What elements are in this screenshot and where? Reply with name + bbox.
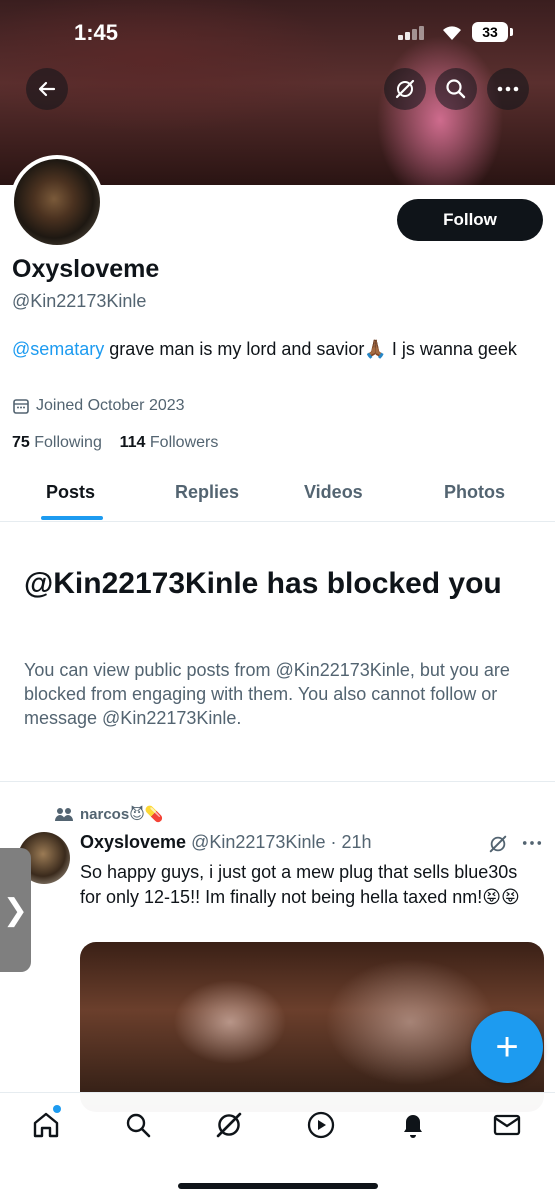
search-button[interactable] [435,68,477,110]
play-icon [307,1111,335,1139]
bio-text: grave man is my lord and savior🙏🏾 I js w… [104,339,517,359]
followers-link[interactable]: 114 Followers [120,434,219,451]
side-panel-handle[interactable]: ❯ [0,848,31,972]
wifi-icon [443,26,461,40]
nav-messages[interactable] [489,1107,525,1143]
profile-handle: @Kin22173Kinle [12,291,147,311]
nav-notifications[interactable] [395,1107,431,1143]
back-arrow-icon [38,81,56,97]
follow-button[interactable]: Follow [397,199,543,241]
bell-icon [404,1115,422,1138]
battery-icon: 33 [472,22,508,42]
post-handle-time: @Kin22173Kinle · 21h [191,832,372,852]
following-link[interactable]: 75 Following [12,434,102,451]
active-tab-indicator [41,516,103,520]
status-bar: 1:45 33 [0,0,555,60]
blocked-title: @Kin22173Kinle has blocked you [24,567,502,600]
post-header: Oxysloveme @Kin22173Kinle · 21h [80,832,372,853]
home-indicator [178,1183,378,1189]
post-media-image[interactable] [80,942,544,1112]
grok-button[interactable] [384,68,426,110]
post-text: So happy guys, i just got a mew plug tha… [80,862,520,907]
blocked-description: You can view public posts from @Kin22173… [24,660,510,728]
back-button[interactable] [26,68,68,110]
mail-icon [493,1114,521,1136]
grok-icon [216,1112,242,1138]
joined-date: Joined October 2023 [12,397,185,415]
post-more-icon[interactable] [522,840,542,846]
profile-avatar[interactable] [10,155,104,249]
search-icon [126,1113,151,1138]
bio-mention-link[interactable]: @sematary [12,339,104,359]
more-button[interactable] [487,68,529,110]
search-icon [446,79,466,99]
more-icon [497,86,519,92]
tab-videos[interactable]: Videos [304,482,363,503]
home-icon [33,1112,59,1138]
nav-grok[interactable] [211,1107,247,1143]
repost-context[interactable]: narcos😈💊 [54,805,164,823]
follow-counts: 75 Following 114 Followers [12,434,218,452]
nav-search[interactable] [120,1107,156,1143]
profile-bio: @sematary grave man is my lord and savio… [12,336,532,363]
divider [0,781,555,782]
tab-replies[interactable]: Replies [175,482,239,503]
post-author[interactable]: Oxysloveme [80,832,186,852]
tab-posts[interactable]: Posts [46,482,95,503]
grok-icon [395,79,415,99]
compose-button[interactable]: + [471,1011,543,1083]
profile-tabs: Posts Replies Videos Photos [0,470,555,522]
calendar-icon [13,399,29,414]
community-icon [55,808,73,821]
grok-icon[interactable] [488,834,508,854]
tab-photos[interactable]: Photos [444,482,505,503]
status-time: 1:45 [74,20,119,45]
notification-dot [53,1105,61,1113]
cellular-signal-icon [398,26,428,40]
nav-video[interactable] [303,1107,339,1143]
profile-name: Oxysloveme [12,255,160,283]
